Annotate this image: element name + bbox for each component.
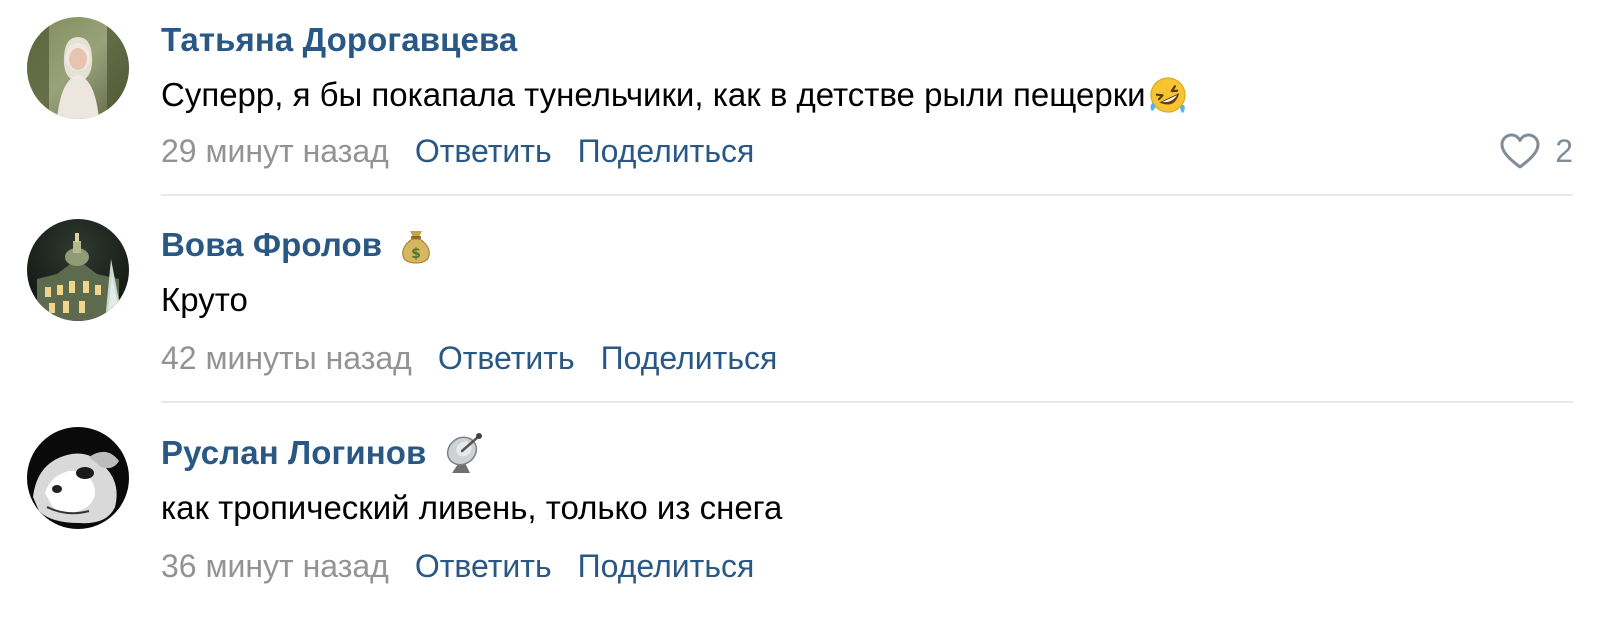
share-button[interactable]: Поделиться (578, 548, 755, 585)
comment-author-link[interactable]: Татьяна Дорогавцева (161, 21, 517, 59)
svg-text:$: $ (411, 246, 421, 262)
share-button[interactable]: Поделиться (601, 340, 778, 377)
like-button[interactable]: 2 (1499, 129, 1573, 173)
rolling-on-floor-laughing-emoji (1148, 75, 1188, 115)
comment-author-link[interactable]: Вова Фролов (161, 226, 382, 264)
like-count: 2 (1555, 132, 1573, 169)
comment-divider (161, 401, 1573, 403)
avatar-night-building-photo (27, 219, 129, 321)
money-bag-icon: $ (396, 225, 436, 265)
avatar-woman-photo (27, 17, 129, 119)
heart-icon (1500, 133, 1540, 169)
share-button[interactable]: Поделиться (578, 133, 755, 170)
comment-timestamp[interactable]: 29 минут назад (161, 133, 389, 170)
comment-meta-row: 42 минуты назад Ответить Поделиться (161, 336, 777, 380)
comment-text: Суперр, я бы покапала тунельчики, как в … (161, 73, 1188, 117)
comment-author-row: Руслан Логинов (161, 431, 488, 475)
avatar[interactable] (27, 219, 129, 321)
comment-divider (161, 194, 1573, 196)
comment-author-row: Татьяна Дорогавцева (161, 18, 517, 62)
reply-button[interactable]: Ответить (415, 548, 552, 585)
comment-meta-row: 29 минут назад Ответить Поделиться (161, 129, 754, 173)
comment-text: Круто (161, 278, 248, 322)
comment-text: как тропический ливень, только из снега (161, 486, 782, 530)
reply-button[interactable]: Ответить (415, 133, 552, 170)
comment-author-row: Вова Фролов $ (161, 223, 436, 267)
reply-button[interactable]: Ответить (438, 340, 575, 377)
comment-item: Татьяна Дорогавцева Суперр, я бы покапал… (0, 0, 1600, 205)
comment-text-body: Суперр, я бы покапала тунельчики, как в … (161, 76, 1146, 113)
comment-item: Руслан Логинов как тропический ливень, т… (0, 413, 1600, 618)
comment-meta-row: 36 минут назад Ответить Поделиться (161, 544, 754, 588)
satellite-dish-icon (440, 431, 488, 475)
comment-timestamp[interactable]: 42 минуты назад (161, 340, 412, 377)
avatar[interactable] (27, 17, 129, 119)
comment-author-link[interactable]: Руслан Логинов (161, 434, 426, 472)
comment-timestamp[interactable]: 36 минут назад (161, 548, 389, 585)
avatar-dog-bw-photo (27, 427, 129, 529)
comment-text-body: как тропический ливень, только из снега (161, 489, 783, 526)
comment-item: Вова Фролов $ Круто 42 минуты назад Отве… (0, 205, 1600, 410)
comment-text-body: Круто (161, 281, 248, 318)
avatar[interactable] (27, 427, 129, 529)
